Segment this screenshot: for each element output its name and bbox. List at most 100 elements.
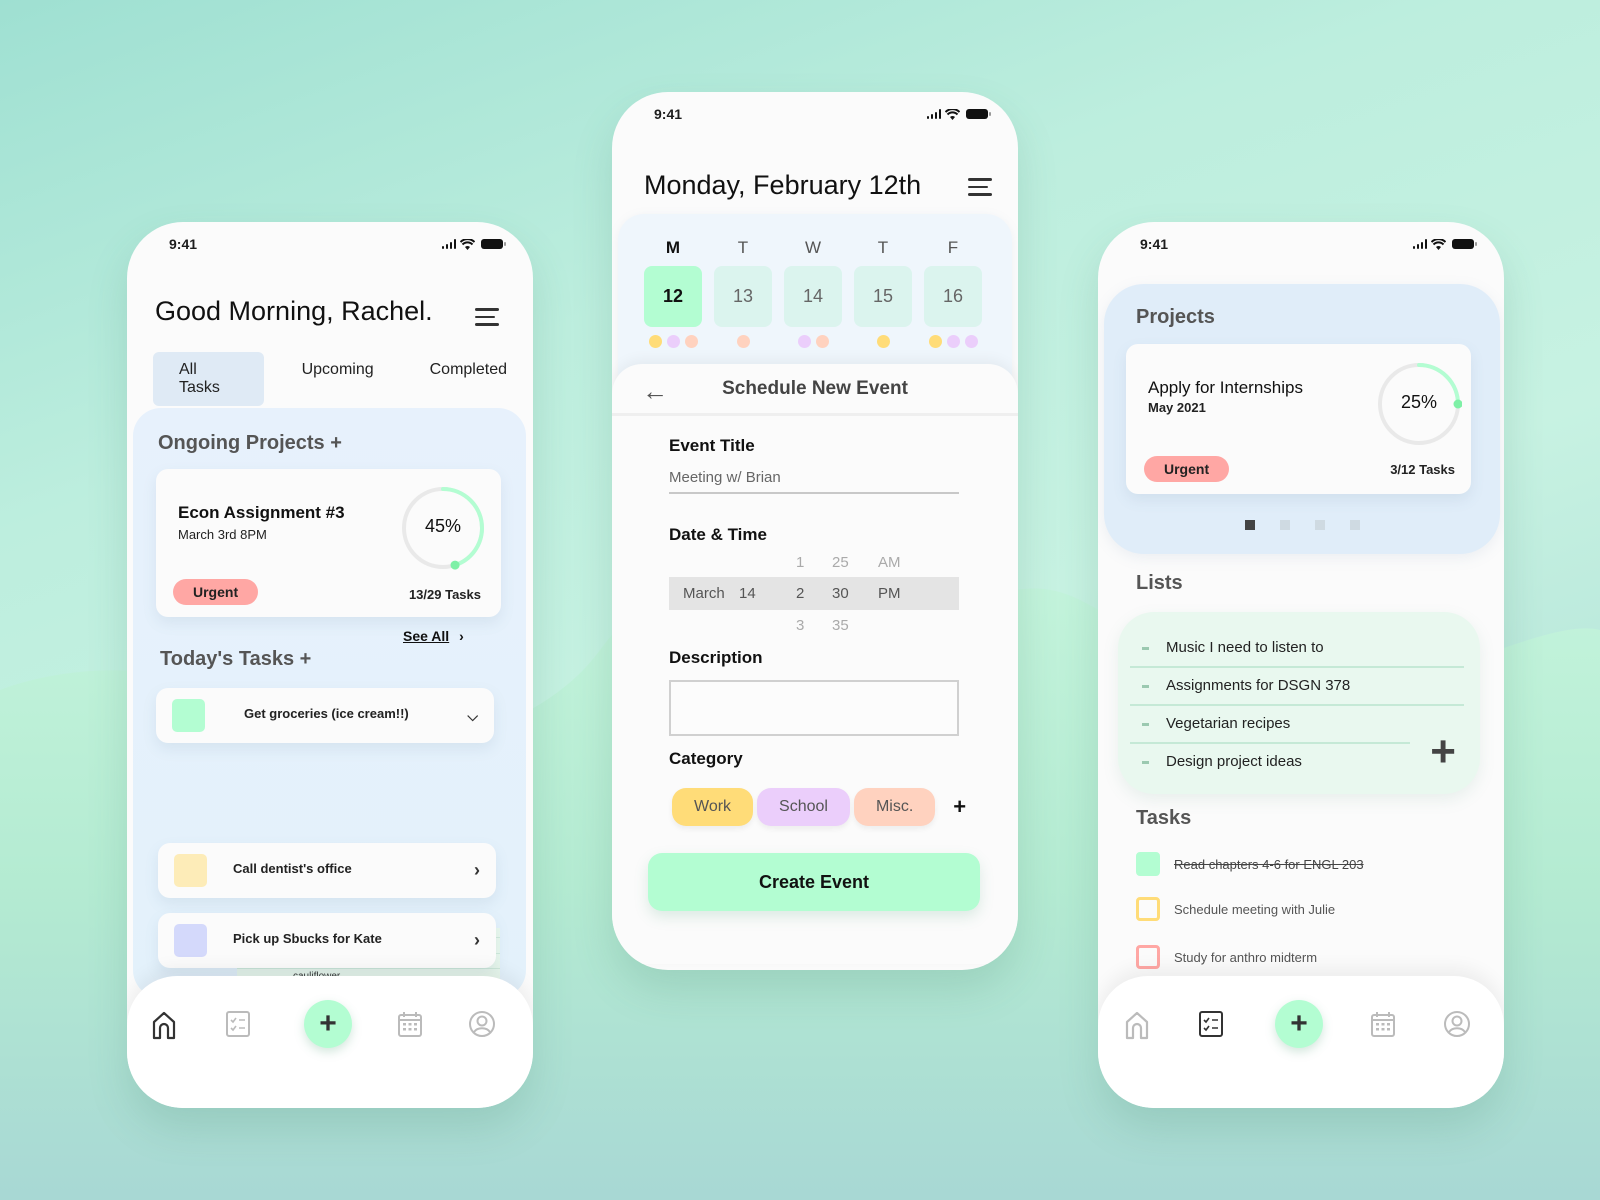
picker-minute: 25 xyxy=(832,554,849,571)
task-checkbox[interactable] xyxy=(1136,897,1160,921)
task-item[interactable]: Get groceries (ice cream!!) ⌵ xyxy=(156,688,494,743)
chevron-down-icon[interactable]: ⌵ xyxy=(467,708,478,725)
calendar-icon[interactable] xyxy=(397,1010,423,1038)
event-dot xyxy=(876,335,890,348)
tasks-title: Tasks xyxy=(1136,807,1192,829)
add-button[interactable]: + xyxy=(1275,1000,1323,1048)
picker-row-selected[interactable]: March 14 2 30 PM xyxy=(669,577,959,610)
task-item[interactable]: Pick up Sbucks for Kate › xyxy=(158,913,496,968)
status-bar: 9:41 xyxy=(1098,222,1504,266)
event-dots xyxy=(644,335,702,348)
description-label: Description xyxy=(669,648,763,667)
menu-icon[interactable] xyxy=(968,178,992,196)
category-chip-work[interactable]: Work xyxy=(672,788,754,826)
day-cell[interactable]: 14 xyxy=(784,266,842,327)
project-title: Econ Assignment #3 xyxy=(178,503,345,522)
picker-row-below[interactable]: 3 35 xyxy=(669,610,959,640)
pager-dot[interactable] xyxy=(1244,520,1255,530)
ongoing-projects-title[interactable]: Ongoing Projects + xyxy=(158,432,342,455)
task-row[interactable]: Schedule meeting with Julie xyxy=(1136,897,1335,921)
pager-dot[interactable] xyxy=(1349,520,1360,530)
day-cell[interactable]: 15 xyxy=(854,266,912,327)
tasks-icon[interactable] xyxy=(225,1010,251,1038)
day-cell[interactable]: 12 xyxy=(644,266,702,327)
datetime-label: Date & Time xyxy=(669,525,767,544)
category-chip-school[interactable]: School xyxy=(757,788,850,826)
picker-row-above[interactable]: 1 25 AM xyxy=(669,547,959,577)
progress-label: 25% xyxy=(1400,392,1438,412)
urgent-badge: Urgent xyxy=(1144,456,1230,482)
weekday-label: T xyxy=(877,238,889,257)
home-icon[interactable] xyxy=(150,1010,178,1040)
picker-hour: 2 xyxy=(796,585,805,602)
create-event-button[interactable]: Create Event xyxy=(648,853,980,911)
task-item[interactable]: Call dentist's office › xyxy=(158,843,496,898)
task-row[interactable]: Read chapters 4-6 for ENGL 203 xyxy=(1136,852,1364,876)
picker-ampm: AM xyxy=(878,554,901,571)
wifi-icon xyxy=(945,108,960,120)
task-row[interactable]: Study for anthro midterm xyxy=(1136,945,1317,969)
tasks-icon[interactable] xyxy=(1198,1010,1224,1038)
event-dot xyxy=(648,335,662,348)
list-item[interactable]: Music I need to listen to xyxy=(1130,630,1464,668)
pager-dot[interactable] xyxy=(1279,520,1290,530)
event-title-label: Event Title xyxy=(669,436,755,455)
project-task-count: 3/12 Tasks xyxy=(1390,462,1455,477)
project-card[interactable]: Econ Assignment #3 March 3rd 8PM 45% Urg… xyxy=(156,469,501,617)
category-chip-misc[interactable]: Misc. xyxy=(853,788,936,826)
tab-completed[interactable]: Completed xyxy=(404,352,533,406)
carousel-pager[interactable] xyxy=(1104,520,1500,530)
event-dot xyxy=(964,335,978,348)
list-item[interactable]: Design project ideas xyxy=(1130,744,1464,782)
wifi-icon xyxy=(460,238,475,250)
weekday-label: F xyxy=(947,238,959,257)
project-task-count: 13/29 Tasks xyxy=(408,587,481,602)
project-card[interactable]: Apply for Internships May 2021 25% Urgen… xyxy=(1126,344,1471,494)
menu-icon[interactable] xyxy=(475,308,499,326)
chevron-right-icon[interactable]: › xyxy=(474,930,480,951)
sheet-header: ← Schedule New Event xyxy=(612,364,1018,416)
task-color-swatch xyxy=(174,924,207,957)
picker-ampm: PM xyxy=(878,585,901,602)
add-category-button[interactable]: + xyxy=(953,794,966,820)
status-bar: 9:41 xyxy=(612,92,1018,136)
event-title-input[interactable]: Meeting w/ Brian xyxy=(669,469,959,494)
todays-tasks-title[interactable]: Today's Tasks + xyxy=(160,648,311,671)
projects-panel: Projects Apply for Internships May 2021 … xyxy=(1104,284,1500,554)
pager-dot[interactable] xyxy=(1314,520,1325,530)
greeting: Good Morning, Rachel. xyxy=(155,296,433,326)
signal-icon xyxy=(1412,239,1427,249)
see-all-link[interactable]: See All › xyxy=(403,628,464,644)
day-cell[interactable]: 13 xyxy=(714,266,772,327)
event-dot xyxy=(684,335,698,348)
chevron-right-icon[interactable]: › xyxy=(474,860,480,881)
tab-upcoming[interactable]: Upcoming xyxy=(276,352,400,406)
profile-icon[interactable] xyxy=(1443,1010,1471,1038)
schedule-event-sheet: ← Schedule New Event Event Title Meeting… xyxy=(612,364,1018,964)
datetime-picker[interactable]: 1 25 AM March 14 2 30 PM 3 35 xyxy=(669,547,959,640)
schedule-screen: 9:41 Monday, February 12th M 12 T 13 W 14 T 15 F… xyxy=(612,92,1018,970)
add-button[interactable]: + xyxy=(304,1000,352,1048)
task-tabs: All Tasks Upcoming Completed xyxy=(153,352,533,406)
list-item[interactable]: Vegetarian recipes xyxy=(1130,706,1410,744)
lists-title: Lists xyxy=(1136,572,1183,594)
signal-icon xyxy=(441,239,456,249)
battery-icon xyxy=(1452,239,1477,249)
event-dots xyxy=(924,335,982,348)
description-input[interactable] xyxy=(669,680,959,736)
home-panel: Ongoing Projects + Econ Assignment #3 Ma… xyxy=(133,408,526,1018)
event-dot xyxy=(815,335,829,348)
day-cell[interactable]: 16 xyxy=(924,266,982,327)
add-list-button[interactable]: + xyxy=(1430,730,1456,774)
home-screen: 9:41 Good Morning, Rachel. All Tasks Upc… xyxy=(127,222,533,1108)
picker-hour: 3 xyxy=(796,617,805,634)
tab-all-tasks[interactable]: All Tasks xyxy=(153,352,264,406)
task-checkbox-checked[interactable] xyxy=(1136,852,1160,876)
calendar-icon[interactable] xyxy=(1370,1010,1396,1038)
projects-title: Projects xyxy=(1136,306,1215,328)
home-icon[interactable] xyxy=(1123,1010,1151,1040)
profile-icon[interactable] xyxy=(468,1010,496,1038)
list-item[interactable]: Assignments for DSGN 378 xyxy=(1130,668,1464,706)
progress-label: 45% xyxy=(424,516,462,536)
task-checkbox[interactable] xyxy=(1136,945,1160,969)
